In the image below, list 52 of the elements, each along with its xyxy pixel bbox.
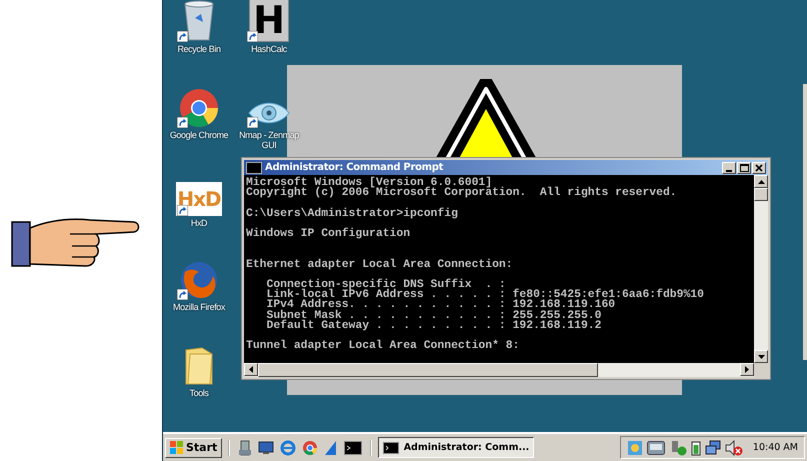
shortcut-arrow-icon (177, 117, 188, 128)
windows-logo-icon (170, 441, 184, 454)
console-line: Copyright (c) 2006 Microsoft Corporation. All rights reserved. (246, 188, 678, 198)
shortcut-arrow-icon (247, 117, 258, 128)
hxd-logo-icon: HxD (176, 182, 222, 216)
minimize-icon (726, 170, 732, 172)
console-line: Default Gateway . . . . . . . . . : 192.168.119.2 (266, 320, 602, 331)
console-line: Ethernet adapter Local Area Connection: (246, 260, 514, 270)
console-line: Windows IP Configuration (246, 228, 412, 240)
battery-icon[interactable] (690, 440, 701, 456)
down-arrow-icon (758, 354, 764, 358)
network-computers-icon[interactable] (704, 440, 721, 456)
chrome-icon[interactable] (302, 440, 318, 456)
up-arrow-icon (758, 180, 764, 184)
desktop-icon-label[interactable]: Tools (189, 388, 208, 398)
console-icon[interactable] (344, 440, 362, 454)
clock[interactable]: 10:40 AM (752, 442, 798, 453)
console-line: C:\Users\Administrator>ipconfig (246, 208, 459, 219)
shortcut-arrow-icon (177, 205, 188, 216)
desktop-icon-label[interactable]: Recycle Bin (177, 44, 221, 54)
right-arrow-icon (745, 366, 749, 373)
shortcut-arrow-icon (177, 31, 188, 42)
taskbar-window-button[interactable]: Administrator: Comm... (378, 437, 534, 458)
window-title: Administrator: Command Prompt (265, 162, 444, 173)
console-icon (383, 442, 399, 454)
minimize-button[interactable] (722, 162, 736, 174)
desktop-icon-label[interactable]: HxD (190, 218, 208, 228)
console-line: IPv4 Address. . . . . . . . . . . : 192.168.119.160 (266, 300, 616, 311)
horizontal-scrollbar[interactable] (244, 363, 754, 377)
console-line: Connection-specific DNS Suffix . : (266, 280, 507, 290)
desktop-icon-label[interactable]: Mozilla Firefox (172, 302, 225, 312)
maximize-icon (740, 164, 748, 172)
console-line: Subnet Mask . . . . . . . . . . . : 255.255.255.0 (266, 310, 602, 321)
vertical-scrollbar[interactable] (754, 175, 768, 363)
start-button[interactable]: Start (165, 438, 222, 458)
sail-icon[interactable] (324, 440, 338, 456)
close-icon (755, 164, 763, 172)
scroll-thumb[interactable] (754, 188, 768, 201)
maximize-button[interactable] (737, 162, 751, 174)
scroll-thumb[interactable] (258, 363, 598, 377)
shortcut-arrow-icon (177, 289, 188, 300)
monitor-icon[interactable] (258, 440, 274, 454)
left-arrow-icon (249, 366, 253, 373)
shortcut-arrow-icon (247, 31, 258, 42)
desktop-icon-label[interactable]: Google Chrome (170, 130, 228, 140)
browser-e-icon[interactable] (280, 440, 296, 456)
console-line: Tunnel adapter Local Area Connection* 8: (246, 341, 520, 352)
vm-icon[interactable] (646, 440, 665, 454)
speaker-muted-icon[interactable] (724, 440, 743, 456)
close-button[interactable] (752, 162, 766, 174)
desktop-icon-label[interactable]: HashCalc (251, 44, 287, 54)
server-icon[interactable] (238, 440, 252, 456)
